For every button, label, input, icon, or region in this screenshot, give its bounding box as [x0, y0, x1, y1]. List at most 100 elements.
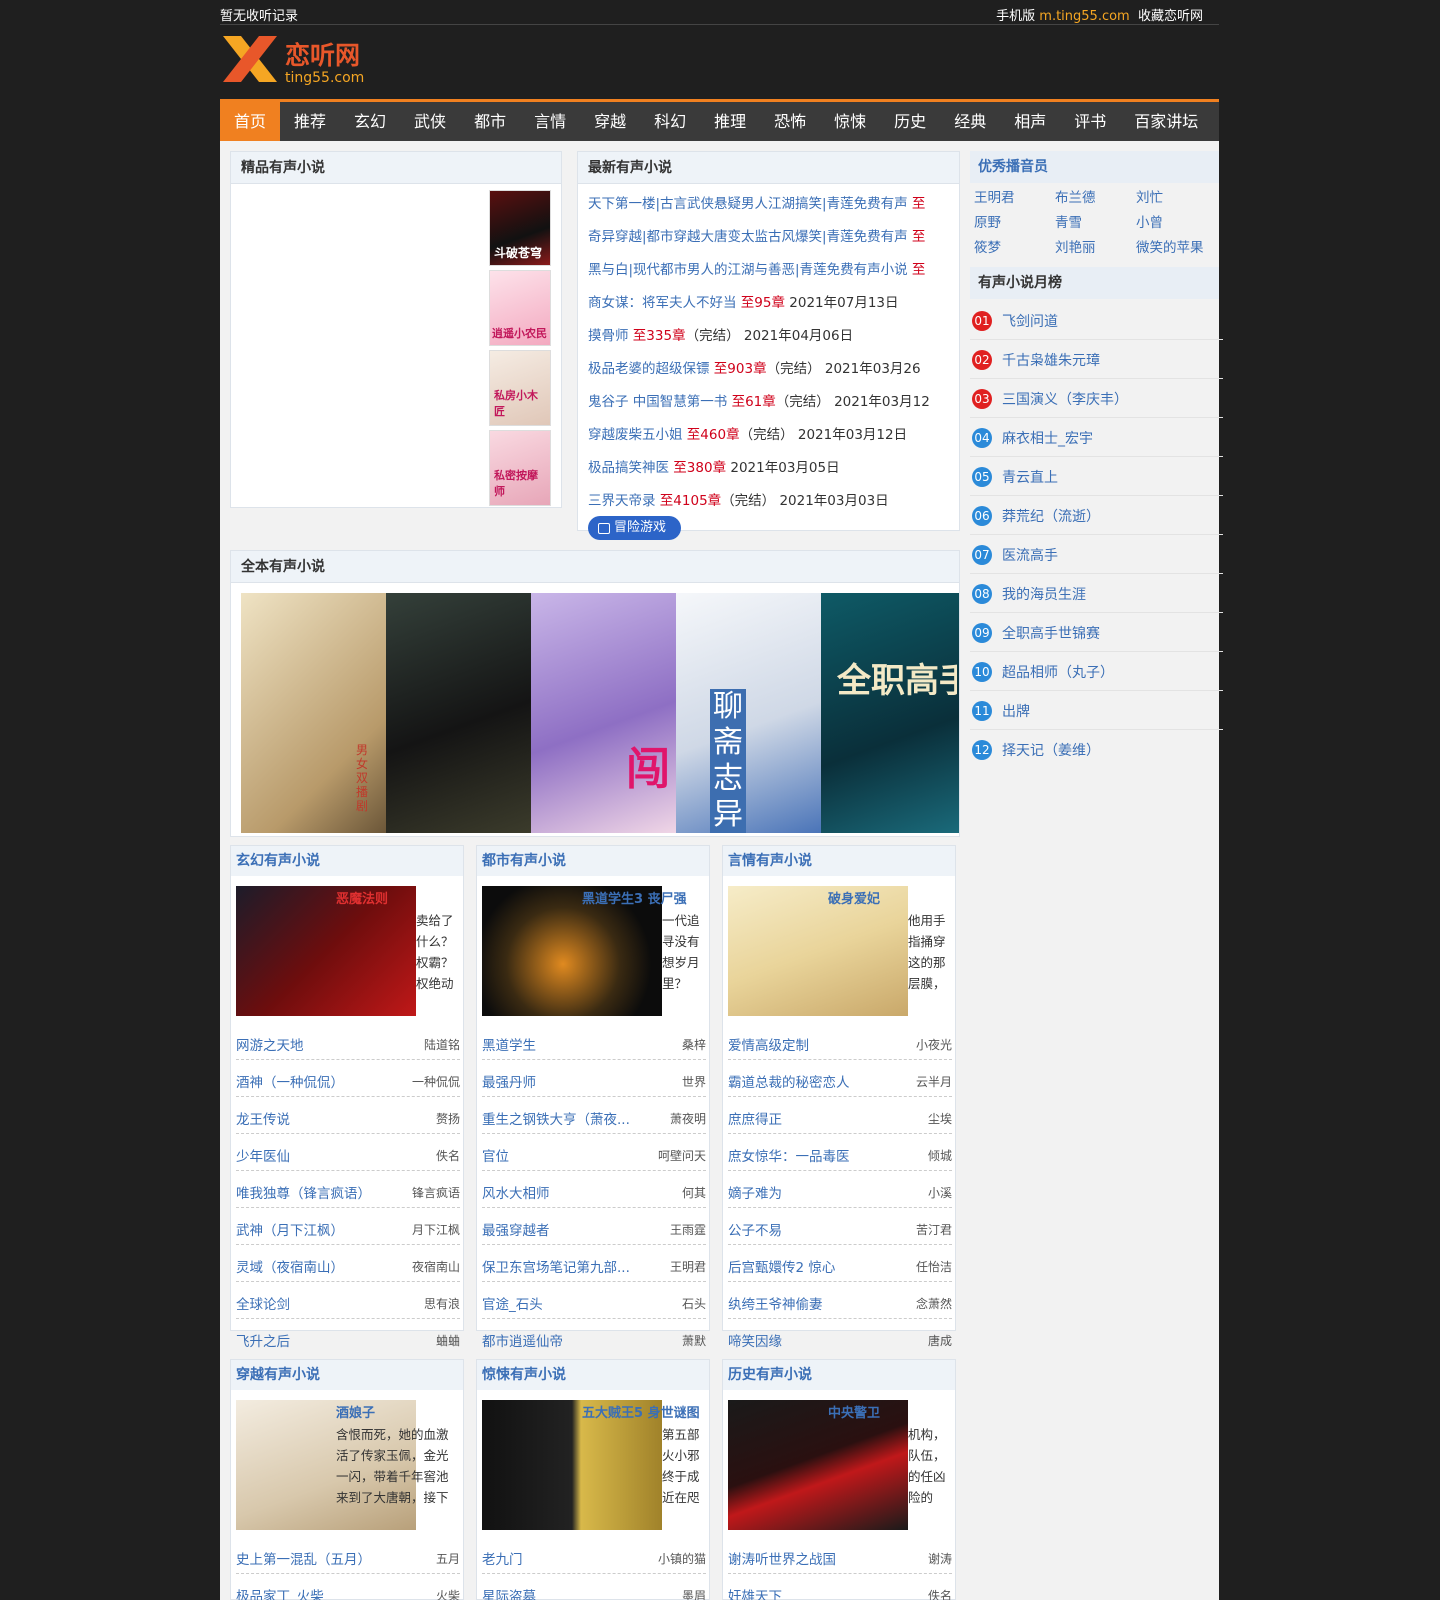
host-link[interactable]: 青雪 [1055, 214, 1136, 233]
nav-item-romance[interactable]: 言情 [520, 102, 580, 141]
host-link[interactable]: 刘艳丽 [1055, 239, 1136, 258]
host-link[interactable]: 王明君 [974, 189, 1055, 208]
list-item[interactable]: 12 择天记（姜维） [970, 730, 1223, 769]
book-title[interactable]: 黑道学生3 丧尸强 [582, 888, 687, 907]
list-item[interactable]: 全球论剑 思有浪 [236, 1282, 460, 1319]
list-item[interactable]: 摸骨师 至335章（完结） 2021年04月06日 [588, 324, 853, 344]
list-item[interactable]: 老九门 小镇的猫 [482, 1537, 706, 1574]
book-cover[interactable]: 私房小木匠 [489, 350, 551, 426]
nav-item-lecture[interactable]: 百家讲坛 [1120, 102, 1212, 141]
host-link[interactable]: 刘忙 [1136, 189, 1219, 208]
favorite-link[interactable]: 收藏恋听网 [1138, 9, 1203, 24]
nav-item-scifi[interactable]: 科幻 [640, 102, 700, 141]
list-item[interactable]: 05 青云直上 [970, 457, 1223, 496]
list-item[interactable]: 天下第一楼|古言武侠悬疑男人江湖搞笑|青莲免费有声 至 [588, 192, 925, 212]
list-item[interactable]: 重生之钢铁大亨（萧夜... 萧夜明 [482, 1097, 706, 1134]
list-item[interactable]: 极品老婆的超级保镖 至903章（完结） 2021年03月26 [588, 357, 921, 377]
list-item[interactable]: 商女谋：将军夫人不好当 至95章 2021年07月13日 [588, 291, 899, 311]
list-item[interactable]: 武神（月下江枫） 月下江枫 [236, 1208, 460, 1245]
list-item[interactable]: 三界天帝录 至4105章（完结） 2021年03月03日 [588, 489, 889, 509]
host-link[interactable]: 小曾 [1136, 214, 1219, 233]
list-item[interactable]: 最强丹师 世界 [482, 1060, 706, 1097]
nav-item-crosstalk[interactable]: 相声 [1000, 102, 1060, 141]
nav-item-classic[interactable]: 经典 [940, 102, 1000, 141]
list-item[interactable]: 少年医仙 佚名 [236, 1134, 460, 1171]
list-item[interactable]: 庶女惊华：一品毒医 倾城 [728, 1134, 952, 1171]
host-link[interactable]: 微笑的苹果 [1136, 239, 1219, 258]
list-item[interactable]: 唯我独尊（锋言疯语） 锋言疯语 [236, 1171, 460, 1208]
mobile-label[interactable]: 手机版 [996, 9, 1035, 24]
list-item[interactable]: 嫡子难为 小溪 [728, 1171, 952, 1208]
list-item[interactable]: 官途_石头 石头 [482, 1282, 706, 1319]
list-item[interactable]: 霸道总裁的秘密恋人 云半月 [728, 1060, 952, 1097]
list-item[interactable]: 风水大相师 何其 [482, 1171, 706, 1208]
list-item[interactable]: 纨绔王爷神偷妻 念萧然 [728, 1282, 952, 1319]
list-item[interactable]: 都市逍遥仙帝 萧默 [482, 1319, 706, 1356]
book-title[interactable]: 破身爱妃 [828, 888, 880, 907]
nav-item-recommend[interactable]: 推荐 [280, 102, 340, 141]
book-cover[interactable]: 男女双播剧 [241, 593, 386, 833]
list-item[interactable]: 黑道学生 桑梓 [482, 1023, 706, 1060]
book-title[interactable]: 恶魔法则 [336, 888, 388, 907]
list-item[interactable]: 01 飞剑问道 [970, 301, 1223, 340]
list-item[interactable]: 啼笑因缘 唐成 [728, 1319, 952, 1356]
nav-item-home[interactable]: 首页 [220, 102, 281, 141]
list-item[interactable]: 庶庶得正 尘埃 [728, 1097, 952, 1134]
list-item[interactable]: 网游之天地 陆道铭 [236, 1023, 460, 1060]
list-item[interactable]: 龙王传说 赘扬 [236, 1097, 460, 1134]
book-title[interactable]: 五大贼王5 身世谜图 [582, 1402, 700, 1421]
list-item[interactable]: 最强穿越者 王雨霆 [482, 1208, 706, 1245]
list-item[interactable]: 黑与白|现代都市男人的江湖与善恶|青莲免费有声小说 至 [588, 258, 925, 278]
site-logo[interactable]: 恋听网 ting55.com [219, 34, 399, 90]
game-badge-button[interactable]: 冒险游戏 [588, 516, 681, 540]
host-link[interactable]: 筱梦 [974, 239, 1055, 258]
nav-item-horror[interactable]: 恐怖 [760, 102, 820, 141]
nav-item-mystery[interactable]: 推理 [700, 102, 760, 141]
nav-item-storytelling[interactable]: 评书 [1060, 102, 1120, 141]
nav-item-history[interactable]: 历史 [880, 102, 940, 141]
book-cover[interactable]: 逍遥小农民 [489, 270, 551, 346]
list-item[interactable]: 08 我的海员生涯 [970, 574, 1223, 613]
list-item[interactable]: 03 三国演义（李庆丰） [970, 379, 1223, 418]
book-cover[interactable]: 斗破苍穹 [489, 190, 551, 266]
list-item[interactable]: 星际盗墓 墨眉 [482, 1574, 706, 1600]
list-item[interactable]: 史上第一混乱（五月） 五月 [236, 1537, 460, 1574]
book-cover[interactable]: 闯 [531, 593, 676, 833]
list-item[interactable]: 酒神（一种侃侃） 一种侃侃 [236, 1060, 460, 1097]
book-cover[interactable]: 聊斋志异 [676, 593, 821, 833]
host-link[interactable]: 原野 [974, 214, 1055, 233]
list-item[interactable]: 06 莽荒纪（流逝） [970, 496, 1223, 535]
nav-item-timetravel[interactable]: 穿越 [580, 102, 640, 141]
list-item[interactable]: 07 医流高手 [970, 535, 1223, 574]
book-cover[interactable]: 全职高手 [821, 593, 959, 833]
list-item[interactable]: 10 超品相师（丸子） [970, 652, 1223, 691]
list-item[interactable]: 穿越废柴五小姐 至460章（完结） 2021年03月12日 [588, 423, 907, 443]
list-item[interactable]: 官位 呵壁问天 [482, 1134, 706, 1171]
nav-item-wuxia[interactable]: 武侠 [400, 102, 460, 141]
list-item[interactable]: 奇异穿越|都市穿越大唐变太监古风爆笑|青莲免费有声 至 [588, 225, 925, 245]
list-item[interactable]: 09 全职高手世锦赛 [970, 613, 1223, 652]
list-item[interactable]: 谢涛听世界之战国 谢涛 [728, 1537, 952, 1574]
list-item[interactable]: 04 麻衣相士_宏宇 [970, 418, 1223, 457]
list-item[interactable]: 爱情高级定制 小夜光 [728, 1023, 952, 1060]
book-cover[interactable] [386, 593, 531, 833]
nav-item-thriller[interactable]: 惊悚 [820, 102, 880, 141]
nav-item-fantasy[interactable]: 玄幻 [340, 102, 400, 141]
list-item[interactable]: 极品搞笑神医 至380章 2021年03月05日 [588, 456, 840, 476]
list-item[interactable]: 奸雄天下 佚名 [728, 1574, 952, 1600]
list-item[interactable]: 公子不易 苦汀君 [728, 1208, 952, 1245]
list-item[interactable]: 鬼谷子 中国智慧第一书 至61章（完结） 2021年03月12 [588, 390, 930, 410]
list-item[interactable]: 保卫东宫场笔记第九部... 王明君 [482, 1245, 706, 1282]
list-item[interactable]: 灵域（夜宿南山） 夜宿南山 [236, 1245, 460, 1282]
list-item[interactable]: 飞升之后 蛐蛐 [236, 1319, 460, 1356]
list-item[interactable]: 极品家丁_火柴 火柴 [236, 1574, 460, 1600]
list-item[interactable]: 后宫甄嬛传2 惊心 任怡洁 [728, 1245, 952, 1282]
list-item[interactable]: 11 出牌 [970, 691, 1223, 730]
host-link[interactable]: 布兰德 [1055, 189, 1136, 208]
mobile-url-link[interactable]: m.ting55.com [1039, 9, 1129, 24]
nav-item-urban[interactable]: 都市 [460, 102, 520, 141]
book-cover[interactable]: 私密按摩师 [489, 430, 551, 506]
book-title[interactable]: 酒娘子 [336, 1402, 375, 1421]
list-item[interactable]: 02 千古枭雄朱元璋 [970, 340, 1223, 379]
book-title[interactable]: 中央警卫 [828, 1402, 880, 1421]
